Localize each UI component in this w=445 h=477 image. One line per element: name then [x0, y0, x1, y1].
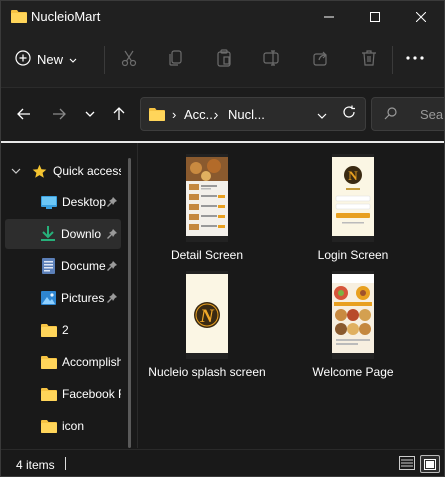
file-thumbnail	[186, 154, 228, 242]
pin-icon[interactable]	[107, 292, 117, 306]
refresh-icon[interactable]	[342, 105, 356, 122]
breadcrumb-separator: ›	[172, 107, 177, 122]
toolbar-separator	[104, 46, 105, 74]
maximize-button[interactable]	[352, 1, 398, 32]
back-arrow-icon[interactable]	[13, 103, 35, 125]
details-view-icon[interactable]	[398, 455, 416, 471]
download-icon	[41, 226, 55, 242]
sidebar-item-downloads[interactable]: Downlo	[5, 219, 121, 249]
chevron-down-icon[interactable]	[11, 168, 21, 175]
folder-icon	[11, 9, 27, 28]
folder-icon	[41, 419, 57, 433]
navigation-pane: Quick access Desktop Downlo Docume Pictu…	[1, 143, 132, 448]
sidebar-item-facebook[interactable]: Facebook F	[5, 379, 121, 409]
search-icon	[384, 107, 397, 123]
svg-text:N: N	[199, 306, 215, 327]
navigation-bar: › Acc... › Nucl... Searc	[1, 88, 444, 140]
sidebar-item-desktop[interactable]: Desktop	[5, 187, 121, 217]
file-name: Welcome Page	[312, 365, 394, 379]
sidebar-item-label: Quick access	[53, 164, 121, 178]
command-bar: New	[1, 32, 444, 88]
item-count: 4 items	[16, 458, 55, 472]
status-bar: 4 items	[1, 449, 444, 476]
document-icon	[42, 258, 55, 274]
sidebar-item-accomplish[interactable]: Accomplish	[5, 347, 121, 377]
rename-icon[interactable]	[261, 47, 283, 69]
file-item[interactable]: N Login Screen	[288, 154, 418, 263]
sidebar-item-label: Downlo	[61, 227, 102, 241]
file-name: Nucleio splash screen	[148, 365, 266, 379]
pictures-icon	[41, 291, 56, 305]
sidebar-item-icon[interactable]: icon	[5, 411, 121, 441]
toolbar-separator	[392, 46, 393, 74]
sidebar-item-folder-2[interactable]: 2	[5, 315, 121, 345]
chevron-down-icon	[69, 52, 77, 67]
sidebar-item-quick-access[interactable]: Quick access	[5, 156, 121, 186]
file-thumbnail: N	[332, 154, 374, 242]
file-thumbnail	[332, 271, 374, 359]
large-icons-view-icon[interactable]	[420, 455, 440, 473]
new-button-label: New	[37, 51, 64, 67]
sidebar-item-label: 2	[62, 323, 69, 337]
sidebar-item-label: Pictures	[61, 291, 105, 305]
breadcrumb-nucleiomart[interactable]: Nucl...	[228, 107, 265, 122]
sidebar-scrollbar[interactable]	[128, 158, 131, 448]
folder-icon	[41, 323, 57, 337]
search-box[interactable]: Searc	[371, 97, 444, 131]
sidebar-item-label: Accomplish	[62, 355, 121, 369]
paste-icon[interactable]	[213, 47, 235, 69]
file-explorer-window: NucleioMart New › Acc... › Nucl... Sea Q…	[0, 0, 445, 477]
file-item[interactable]: Welcome Page	[288, 271, 418, 380]
close-button[interactable]	[398, 1, 444, 32]
delete-icon[interactable]	[358, 47, 380, 69]
search-placeholder: Searc	[420, 107, 444, 122]
up-arrow-icon[interactable]	[108, 103, 130, 125]
minimize-button[interactable]	[306, 1, 352, 32]
pin-icon[interactable]	[107, 260, 117, 274]
window-title: NucleioMart	[31, 9, 101, 24]
pin-icon[interactable]	[107, 228, 117, 242]
cut-icon[interactable]	[118, 47, 140, 69]
star-icon	[32, 164, 47, 179]
folder-icon	[41, 387, 57, 401]
file-item[interactable]: Detail Screen	[142, 154, 272, 263]
folder-icon	[149, 107, 165, 124]
address-chevron-icon[interactable]	[317, 108, 327, 123]
sidebar-item-pictures[interactable]: Pictures	[5, 283, 121, 313]
sidebar-item-label: icon	[62, 419, 85, 433]
sidebar-item-label: Docume	[61, 259, 106, 273]
file-item[interactable]: N Nucleio splash screen	[142, 271, 272, 380]
file-name: Login Screen	[317, 248, 389, 262]
forward-arrow-icon[interactable]	[48, 103, 70, 125]
file-name: Detail Screen	[170, 248, 244, 262]
address-bar[interactable]: › Acc... › Nucl...	[140, 97, 366, 131]
folder-icon	[41, 355, 57, 369]
plus-circle-icon	[15, 49, 31, 69]
file-thumbnail: N	[186, 271, 228, 359]
pin-icon[interactable]	[107, 196, 117, 210]
breadcrumb-quick-access[interactable]: Acc...	[184, 107, 217, 122]
pane-divider[interactable]	[137, 143, 138, 448]
sidebar-item-documents[interactable]: Docume	[5, 251, 121, 281]
new-button[interactable]: New	[15, 46, 77, 72]
copy-icon[interactable]	[165, 47, 187, 69]
title-bar: NucleioMart	[1, 1, 444, 32]
sidebar-item-label: Desktop	[62, 195, 107, 209]
status-divider	[65, 457, 66, 470]
more-options-icon[interactable]	[404, 47, 426, 69]
svg-text:N: N	[348, 168, 358, 183]
desktop-icon	[41, 195, 57, 209]
share-icon[interactable]	[310, 47, 332, 69]
breadcrumb-separator: ›	[214, 107, 219, 122]
sidebar-item-label: Facebook F	[62, 387, 121, 401]
recent-locations-chevron-icon[interactable]	[79, 103, 101, 125]
